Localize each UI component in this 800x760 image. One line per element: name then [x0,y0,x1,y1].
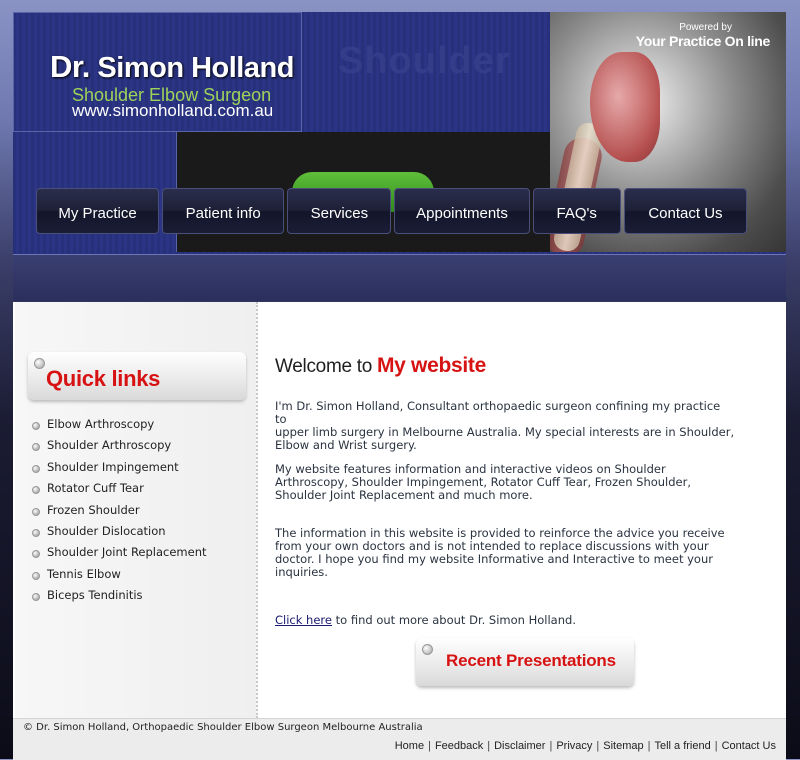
page: Dr. Simon Holland Shoulder Elbow Surgeon… [13,12,786,760]
powered-large: Your Practice On line [635,33,771,49]
main-nav: My Practice Patient info Services Appoin… [36,188,750,236]
footer-separator: | [428,740,431,752]
powered-by-logo[interactable]: Powered by Your Practice On line [635,22,771,51]
nav-appointments[interactable]: Appointments [394,188,530,234]
quick-link-item[interactable]: Shoulder Joint Replacement [31,542,207,563]
main-content: Welcome to My website I'm Dr. Simon Holl… [275,302,775,718]
footer: © Dr. Simon Holland, Orthopaedic Shoulde… [13,718,786,760]
site-header: Dr. Simon Holland Shoulder Elbow Surgeon… [13,12,786,256]
quick-link-item[interactable]: Shoulder Impingement [31,457,207,478]
footer-separator: | [549,740,553,752]
nav-label: Appointments [416,204,508,222]
footer-separator: | [714,740,718,752]
features-paragraph: My website features information and inte… [275,462,692,502]
site-url: www.simonholland.com.au [72,101,274,120]
quick-link-item[interactable]: Biceps Tendinitis [31,585,207,606]
heading-dot-icon [34,358,45,369]
muscle-shape [590,52,660,162]
sidebar: Quick links Elbow Arthroscopy Shoulder A… [15,302,258,718]
click-here-link[interactable]: Click here [275,613,332,627]
nav-label: Patient info [185,204,261,222]
nav-label: My Practice [58,204,137,222]
intro-paragraph-2: upper limb surgery in Melbourne Australi… [275,425,735,452]
nav-patient-info[interactable]: Patient info [162,188,285,234]
heading-dot-icon [422,644,433,655]
header-ghost-text: Shoulder [338,40,511,82]
nav-contact-us[interactable]: Contact Us [623,188,747,234]
welcome-highlight: My website [376,354,486,377]
name-text: Simon Holland [97,52,294,84]
recent-presentations-title: Recent Presentations [446,651,616,670]
quick-link-item[interactable]: Frozen Shoulder [31,500,207,521]
powered-small: Powered by [679,22,732,33]
quick-link-item[interactable]: Rotator Cuff Tear [31,478,207,499]
quick-link-item[interactable]: Shoulder Dislocation [31,521,207,542]
nav-my-practice[interactable]: My Practice [36,188,160,234]
footer-link-contact-us[interactable]: Contact Us [722,740,776,752]
quick-link-item[interactable]: Elbow Arthroscopy [31,414,207,435]
logo-box[interactable]: Dr. Simon Holland Shoulder Elbow Surgeon… [13,12,302,132]
about-line-text: to find out more about Dr. Simon Holland… [331,613,576,627]
disclaimer-paragraph: The information in this website is provi… [275,526,725,579]
nav-label: Services [310,204,369,222]
footer-link-privacy[interactable]: Privacy [556,740,592,752]
footer-link-feedback[interactable]: Feedback [435,740,483,752]
footer-separator: | [487,740,491,752]
footer-separator: | [596,740,600,752]
about-line: Click here to find out more about Dr. Si… [275,613,576,627]
doctor-name: Dr. Simon Holland [50,49,294,85]
welcome-prefix: Welcome to [275,356,372,377]
footer-link-home[interactable]: Home [395,740,424,752]
recent-presentations-button[interactable]: Recent Presentations [416,638,634,686]
nav-faqs[interactable]: FAQ's [532,188,621,234]
quick-links-list: Elbow Arthroscopy Shoulder Arthroscopy S… [31,414,207,607]
quick-links-heading: Quick links [28,352,246,400]
footer-link-tell-a-friend[interactable]: Tell a friend [654,740,710,752]
footer-link-disclaimer[interactable]: Disclaimer [494,740,545,752]
content-area: Quick links Elbow Arthroscopy Shoulder A… [13,302,786,718]
welcome-heading: Welcome to My website [275,354,486,378]
footer-links: Home | Feedback | Disclaimer | Privacy | Sitemap… [395,740,776,752]
quick-link-item[interactable]: Tennis Elbow [31,564,207,585]
footer-link-sitemap[interactable]: Sitemap [603,740,643,752]
nav-label: FAQ's [556,204,597,222]
header-band [13,254,786,301]
copyright-text: © Dr. Simon Holland, Orthopaedic Shoulde… [23,722,423,733]
name-prefix: Dr. [50,49,90,84]
quick-link-item[interactable]: Shoulder Arthroscopy [31,435,207,456]
quick-links-title: Quick links [46,366,161,391]
nav-label: Contact Us [648,204,723,222]
footer-separator: | [647,740,651,752]
nav-services[interactable]: Services [287,188,392,234]
intro-paragraph-1: I'm Dr. Simon Holland, Consultant orthop… [275,399,721,426]
